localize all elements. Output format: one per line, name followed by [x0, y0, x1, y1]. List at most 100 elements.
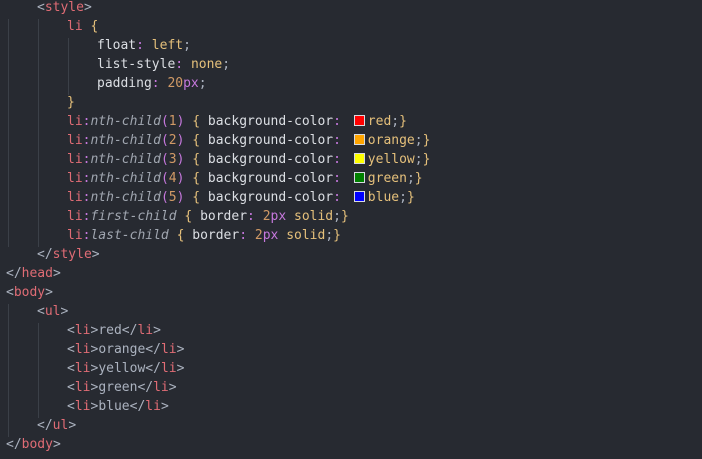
code-token: last-child	[90, 228, 169, 243]
code-token: li	[67, 19, 83, 34]
code-token: body	[13, 285, 46, 300]
code-token: yellow	[367, 152, 415, 167]
code-line[interactable]: <li>orange</li>	[0, 340, 184, 359]
code-line[interactable]: li:nth-child(4) { background-color: gree…	[0, 169, 423, 188]
color-swatch	[353, 153, 365, 164]
code-token: 2	[168, 133, 177, 148]
code-token: (	[160, 133, 169, 148]
code-line[interactable]: float: left;	[0, 36, 191, 55]
code-line[interactable]: <body>	[0, 283, 53, 302]
code-token: 2	[254, 228, 263, 243]
code-token: }	[422, 152, 431, 167]
code-token: (	[160, 152, 169, 167]
code-token: green	[98, 380, 138, 395]
code-line[interactable]: </body>	[0, 435, 61, 454]
code-token: red	[367, 114, 392, 129]
code-token: background-color	[207, 171, 334, 186]
code-token: }	[422, 133, 431, 148]
code-token: {	[192, 152, 201, 167]
code-line[interactable]: padding: 20px;	[0, 74, 207, 93]
code-token: :	[175, 57, 191, 72]
code-token: <	[37, 0, 45, 15]
code-token: </	[145, 342, 161, 357]
code-line[interactable]: <li>blue</li>	[0, 397, 169, 416]
code-token: :	[136, 38, 152, 53]
code-line[interactable]: </ul>	[0, 416, 76, 435]
code-token: orange	[367, 133, 415, 148]
code-token: <	[67, 380, 75, 395]
code-editor[interactable]: <style> li { float: left; list-style: no…	[0, 0, 702, 459]
code-line[interactable]: <style>	[0, 0, 92, 17]
code-token: (	[160, 171, 169, 186]
code-token: li	[74, 342, 91, 357]
code-token: border	[192, 228, 240, 243]
code-token: background-color	[207, 133, 334, 148]
code-line[interactable]: <li>red</li>	[0, 321, 161, 340]
code-token: </	[37, 418, 53, 433]
code-token: float	[97, 38, 137, 53]
code-token: </	[145, 361, 161, 376]
code-token: list-style	[97, 57, 176, 72]
code-token: ;	[414, 133, 423, 148]
code-line[interactable]: list-style: none;	[0, 55, 230, 74]
code-token: :	[333, 114, 349, 129]
code-token: li	[67, 152, 83, 167]
code-token: {	[90, 19, 99, 34]
code-token: first-child	[90, 209, 177, 224]
code-line[interactable]: <ul>	[0, 302, 68, 321]
code-token: </	[6, 266, 22, 281]
code-line[interactable]: <li>green</li>	[0, 378, 177, 397]
code-line[interactable]: li:nth-child(5) { background-color: blue…	[0, 188, 415, 207]
code-line[interactable]: }	[0, 93, 75, 112]
code-line[interactable]: li:last-child { border: 2px solid;}	[0, 226, 341, 245]
code-token: px	[270, 209, 287, 224]
code-line[interactable]: li:first-child { border: 2px solid;}	[0, 207, 349, 226]
code-token: li	[74, 380, 91, 395]
code-token: ;	[325, 228, 334, 243]
code-line[interactable]: li:nth-child(2) { background-color: oran…	[0, 131, 430, 150]
code-token: >	[91, 247, 100, 262]
code-line[interactable]: li {	[0, 17, 98, 36]
code-token: 3	[168, 152, 177, 167]
code-token: :	[333, 152, 349, 167]
code-token: li	[74, 361, 91, 376]
code-token: li	[67, 190, 83, 205]
code-token: >	[83, 0, 92, 15]
code-line[interactable]: li:nth-child(1) { background-color: red;…	[0, 112, 407, 131]
code-line[interactable]: </head>	[0, 264, 61, 283]
code-token: nth-child	[90, 171, 161, 186]
code-line[interactable]: <li>yellow</li>	[0, 359, 184, 378]
code-token: red	[98, 323, 122, 338]
code-token: {	[192, 171, 201, 186]
code-token: blue	[98, 399, 130, 414]
code-token: padding	[97, 76, 152, 91]
code-token: ;	[183, 38, 191, 53]
code-token: yellow	[98, 361, 146, 376]
code-token: >	[68, 418, 77, 433]
code-token: <	[37, 304, 45, 319]
code-token: li	[67, 228, 83, 243]
code-token: nth-child	[90, 152, 161, 167]
code-token: li	[153, 380, 169, 395]
code-token: solid	[294, 209, 334, 224]
code-token: li	[160, 361, 177, 376]
code-line[interactable]: li:nth-child(3) { background-color: yell…	[0, 150, 430, 169]
code-token: green	[367, 171, 407, 186]
code-token: none	[190, 57, 223, 72]
code-token: ;	[399, 190, 407, 205]
code-line[interactable]: </style>	[0, 245, 100, 264]
color-swatch	[353, 115, 365, 126]
code-token: ;	[222, 57, 231, 72]
code-token: <	[67, 399, 75, 414]
code-token: (	[160, 190, 169, 205]
code-token: }	[414, 171, 423, 186]
code-token: >	[45, 285, 53, 300]
code-token: >	[168, 380, 177, 395]
code-token: >	[52, 266, 61, 281]
code-token: </	[137, 380, 154, 395]
code-token: ;	[414, 152, 423, 167]
